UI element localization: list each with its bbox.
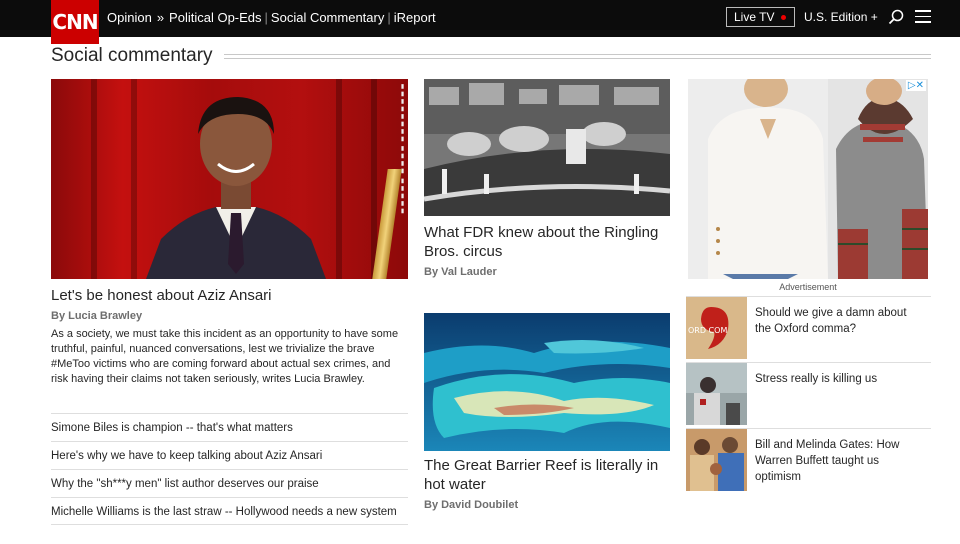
section-divider: [224, 54, 931, 59]
advertisement-label: Advertisement: [779, 282, 837, 292]
story-headline[interactable]: The Great Barrier Reef is literally in h…: [424, 456, 664, 494]
sidebar-story-title[interactable]: Stress really is killing us: [755, 371, 925, 387]
story-headline[interactable]: What FDR knew about the Ringling Bros. c…: [424, 223, 664, 261]
sidebar-story[interactable]: ORD COM Should we give a damn about the …: [686, 296, 931, 362]
oxford-comma-thumbnail[interactable]: ORD COM: [686, 297, 747, 359]
list-item[interactable]: Why the "sh***y men" list author deserve…: [51, 469, 408, 497]
advertisement-image[interactable]: ▷✕: [688, 79, 928, 279]
hero-description: As a society, we must take this incident…: [51, 328, 399, 385]
hero-image[interactable]: ▮▮▮▮▮▮▮▮ ▮▮▮▮ ▮▮▮▮▮: [51, 79, 408, 279]
top-nav: CNN Opinion» Political Op-Eds | Social Comm…: [0, 0, 960, 44]
sidebar-story-list: ORD COM Should we give a damn about the …: [686, 296, 931, 494]
story-byline[interactable]: By David Doubilet: [424, 499, 518, 511]
hero-byline[interactable]: By Lucia Brawley: [51, 310, 142, 322]
breadcrumb-social-commentary[interactable]: Social Commentary: [271, 10, 384, 25]
breadcrumb-ireport[interactable]: iReport: [394, 10, 436, 25]
section-title: Social commentary: [51, 45, 213, 66]
list-item[interactable]: Simone Biles is champion -- that's what …: [51, 413, 408, 441]
svg-text:ORD COM: ORD COM: [688, 326, 727, 335]
list-item[interactable]: Michelle Williams is the last straw -- H…: [51, 497, 408, 525]
list-item[interactable]: Here's why we have to keep talking about…: [51, 441, 408, 469]
gates-thumbnail[interactable]: [686, 429, 747, 491]
story-byline[interactable]: By Val Lauder: [424, 266, 497, 278]
reef-photo[interactable]: [424, 313, 670, 451]
breadcrumb-political-op-eds[interactable]: Political Op-Eds: [169, 10, 261, 25]
cnn-logo[interactable]: CNN: [51, 0, 99, 44]
circus-photo[interactable]: [424, 79, 670, 216]
search-icon[interactable]: [888, 9, 904, 25]
hamburger-menu-icon[interactable]: [915, 10, 931, 24]
live-tv-label: Live TV: [734, 10, 775, 24]
edition-selector[interactable]: U.S. Edition +: [804, 10, 878, 24]
sidebar-story[interactable]: Stress really is killing us: [686, 362, 931, 428]
live-indicator-icon: [781, 15, 786, 20]
ad-choices-icon[interactable]: ▷✕: [905, 80, 926, 91]
sidebar-story-title[interactable]: Should we give a damn about the Oxford c…: [755, 305, 925, 337]
breadcrumb-arrow: »: [156, 10, 165, 25]
photo-credit: ▮▮▮▮▮▮▮▮ ▮▮▮▮ ▮▮▮▮▮: [399, 83, 405, 215]
story-list: Simone Biles is champion -- that's what …: [51, 413, 408, 525]
breadcrumb-opinion[interactable]: Opinion: [107, 10, 152, 25]
breadcrumb: Opinion» Political Op-Eds | Social Commenta…: [107, 10, 436, 25]
sidebar-story[interactable]: Bill and Melinda Gates: How Warren Buffe…: [686, 428, 931, 494]
hero-headline[interactable]: Let's be honest about Aziz Ansari: [51, 287, 272, 304]
stress-thumbnail[interactable]: [686, 363, 747, 425]
live-tv-button[interactable]: Live TV: [726, 7, 795, 27]
sidebar-story-title[interactable]: Bill and Melinda Gates: How Warren Buffe…: [755, 437, 925, 485]
person-photo: [146, 97, 326, 279]
